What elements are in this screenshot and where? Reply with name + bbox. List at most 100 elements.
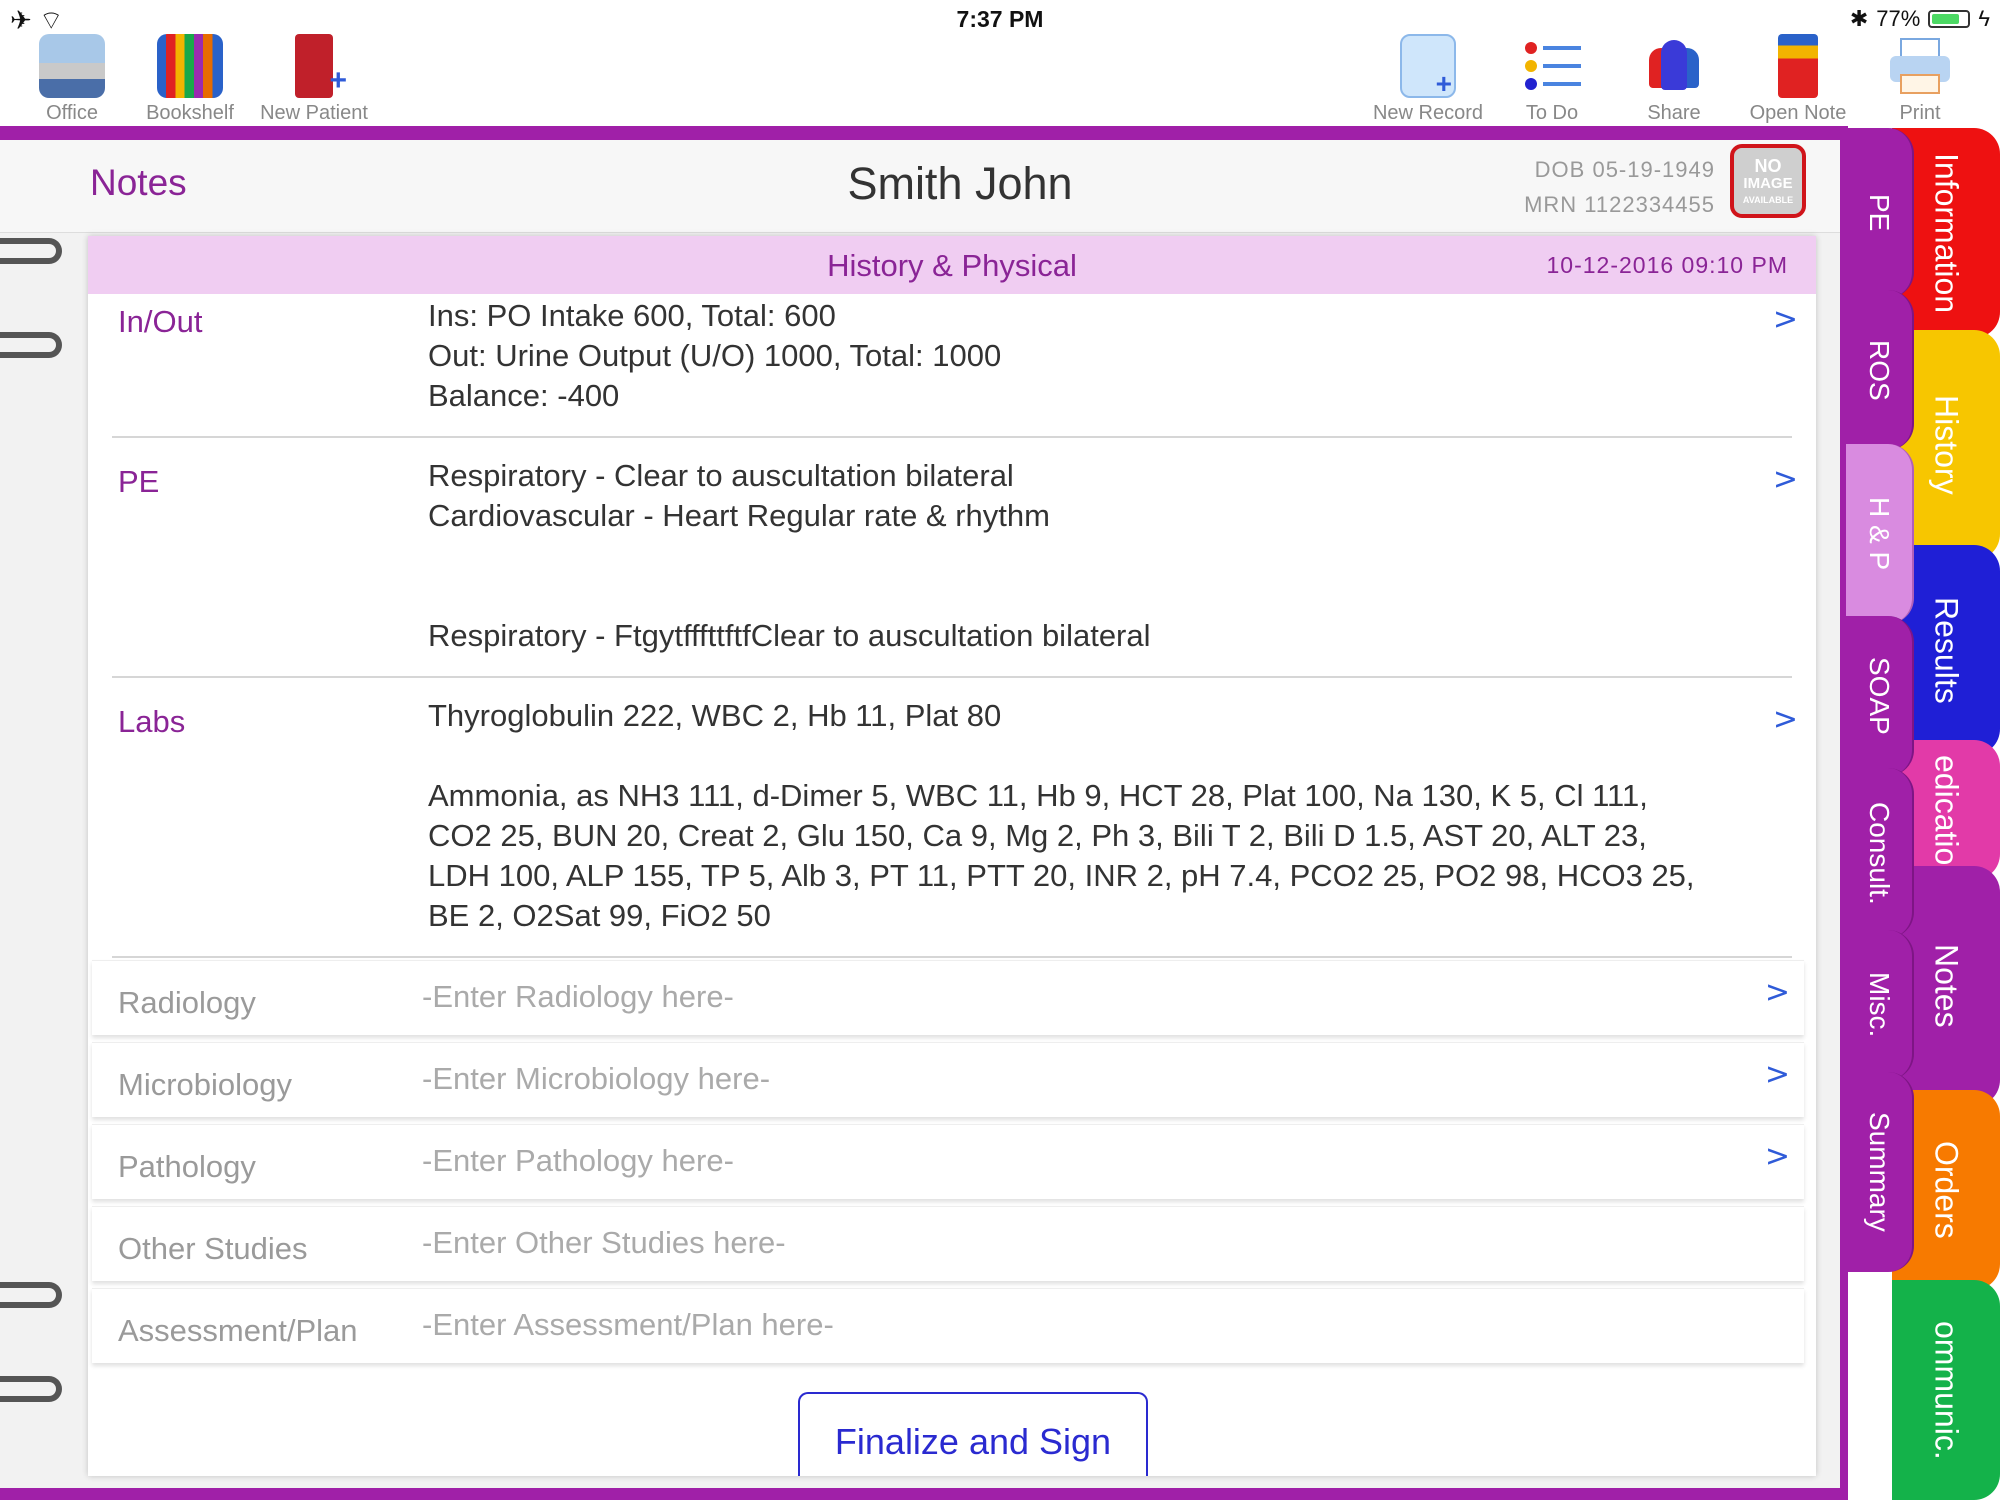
note-row-other-studies[interactable]: Other Studies -Enter Other Studies here-	[92, 1206, 1804, 1281]
row-label: PE	[118, 464, 160, 499]
row-divider	[112, 436, 1792, 438]
note-row-in-out[interactable]: In/Out Ins: PO Intake 600, Total: 600 Ou…	[88, 296, 1816, 436]
note-row-microbiology[interactable]: Microbiology -Enter Microbiology here- >	[92, 1042, 1804, 1117]
print-button[interactable]: Print	[1860, 34, 1980, 125]
row-line	[428, 736, 1768, 776]
row-label: Microbiology	[118, 1067, 293, 1102]
row-label: Labs	[118, 704, 186, 739]
new-patient-icon: +	[295, 34, 347, 98]
row-line: Thyroglobulin 222, WBC 2, Hb 11, Plat 80	[428, 698, 1002, 733]
row-content: Thyroglobulin 222, WBC 2, Hb 11, Plat 80…	[428, 696, 1768, 936]
row-label: Radiology	[118, 985, 256, 1020]
open-note-icon	[1778, 34, 1818, 98]
tab-label: H & P	[1864, 497, 1895, 571]
row-divider	[112, 676, 1792, 678]
battery-icon	[1928, 10, 1971, 28]
status-time: 7:37 PM	[956, 6, 1044, 32]
patient-ids: DOB 05-19-1949 MRN 1122334455	[1524, 152, 1715, 222]
row-line: Ammonia, as NH3 111, d-Dimer 5, WBC 11, …	[428, 778, 1648, 813]
share-icon	[1641, 34, 1707, 98]
note-row-pe[interactable]: PE Respiratory - Clear to auscultation b…	[88, 456, 1816, 676]
status-right: ✱ 77% ϟ	[1850, 6, 1990, 32]
tab-pe[interactable]: PE	[1846, 128, 1914, 298]
tab-misc[interactable]: Misc.	[1846, 930, 1914, 1080]
chevron-right-icon[interactable]: >	[1765, 1139, 1790, 1174]
tab-label: Summary	[1864, 1112, 1895, 1232]
row-line	[428, 576, 1768, 616]
row-label: In/Out	[118, 304, 203, 339]
battery-percent: 77%	[1876, 6, 1921, 31]
to-do-icon	[1519, 34, 1585, 98]
patient-dob: DOB 05-19-1949	[1534, 157, 1715, 182]
office-button[interactable]: Office	[12, 34, 132, 125]
note-row-assessment-plan[interactable]: Assessment/Plan -Enter Assessment/Plan h…	[92, 1288, 1804, 1363]
binder-ring	[0, 238, 62, 264]
section-title[interactable]: Notes	[90, 162, 187, 204]
row-line	[428, 536, 1768, 576]
tab-communication[interactable]: ommunic.	[1892, 1280, 2000, 1500]
charging-icon: ϟ	[1978, 6, 1990, 31]
tab-label: Consult.	[1864, 801, 1895, 905]
row-line: Respiratory - FtgytfffttftfClear to ausc…	[428, 618, 1151, 653]
row-placeholder: -Enter Other Studies here-	[422, 1225, 786, 1260]
tab-ros[interactable]: ROS	[1846, 290, 1914, 450]
bluetooth-icon: ✱	[1849, 6, 1869, 31]
note-row-labs[interactable]: Labs Thyroglobulin 222, WBC 2, Hb 11, Pl…	[88, 696, 1816, 956]
patient-mrn: MRN 1122334455	[1524, 192, 1715, 217]
row-line: Respiratory - Clear to auscultation bila…	[428, 458, 1014, 493]
row-line: Out: Urine Output (U/O) 1000, Total: 100…	[428, 338, 1002, 373]
tab-label: ROS	[1864, 339, 1895, 401]
row-placeholder: -Enter Assessment/Plan here-	[422, 1307, 834, 1342]
binder-ring	[0, 332, 62, 358]
office-label: Office	[46, 102, 98, 124]
row-divider	[112, 956, 1792, 958]
chevron-right-icon[interactable]: >	[1765, 975, 1790, 1010]
new-patient-button[interactable]: + New Patient	[254, 34, 374, 125]
tab-h-and-p[interactable]: H & P	[1846, 444, 1914, 624]
tab-label: Misc.	[1864, 972, 1895, 1038]
patient-name: Smith John	[847, 158, 1073, 209]
open-note-label: Open Note	[1749, 102, 1847, 124]
new-record-button[interactable]: + New Record	[1368, 34, 1488, 125]
new-record-icon: +	[1400, 34, 1456, 99]
note-datetime: 10-12-2016 09:10 PM	[1546, 252, 1788, 278]
tab-consult[interactable]: Consult.	[1846, 768, 1914, 938]
print-label: Print	[1899, 102, 1941, 124]
row-line: Ins: PO Intake 600, Total: 600	[428, 298, 836, 333]
tab-summary[interactable]: Summary	[1846, 1072, 1914, 1272]
binder-ring	[0, 1376, 62, 1402]
row-placeholder: -Enter Microbiology here-	[422, 1061, 771, 1096]
toolbar: Office Bookshelf + New Patient + New Rec…	[0, 34, 2000, 126]
row-line: Balance: -400	[428, 378, 620, 413]
no-image-line: IMAGE	[1743, 175, 1793, 192]
share-button[interactable]: Share	[1614, 34, 1734, 125]
note-row-pathology[interactable]: Pathology -Enter Pathology here- >	[92, 1124, 1804, 1199]
row-placeholder: -Enter Radiology here-	[422, 979, 734, 1014]
tab-soap[interactable]: SOAP	[1846, 616, 1914, 776]
bookshelf-button[interactable]: Bookshelf	[130, 34, 250, 125]
tab-label: ommunic.	[1928, 1320, 1965, 1460]
chevron-right-icon[interactable]: >	[1765, 1057, 1790, 1092]
finalize-and-sign-button[interactable]: Finalize and Sign	[798, 1392, 1148, 1476]
row-line: LDH 100, ALP 155, TP 5, Alb 3, PT 11, PT…	[428, 858, 1695, 893]
to-do-button[interactable]: To Do	[1492, 34, 1612, 125]
status-bar: ✈ ⌔ 7:37 PM ✱ 77% ϟ	[0, 0, 2000, 38]
chevron-right-icon[interactable]: >	[1773, 702, 1798, 737]
row-content: Respiratory - Clear to auscultation bila…	[428, 456, 1768, 656]
patient-photo[interactable]: NO IMAGE AVAILABLE	[1730, 144, 1806, 218]
chevron-right-icon[interactable]: >	[1773, 302, 1798, 337]
new-record-label: New Record	[1372, 102, 1484, 124]
binder-ring	[0, 1282, 62, 1308]
row-content: Ins: PO Intake 600, Total: 600 Out: Urin…	[428, 296, 1768, 416]
row-label: Pathology	[118, 1149, 256, 1184]
row-line: CO2 25, BUN 20, Creat 2, Glu 150, Ca 9, …	[428, 818, 1647, 853]
row-placeholder: -Enter Pathology here-	[422, 1143, 734, 1178]
note-row-radiology[interactable]: Radiology -Enter Radiology here- >	[92, 960, 1804, 1035]
note-title-bar: History & Physical 10-12-2016 09:10 PM	[88, 236, 1816, 294]
open-note-button[interactable]: Open Note	[1738, 34, 1858, 125]
share-label: Share	[1647, 102, 1701, 124]
bookshelf-label: Bookshelf	[146, 102, 234, 124]
chevron-right-icon[interactable]: >	[1773, 462, 1798, 497]
row-label: Other Studies	[118, 1231, 308, 1266]
row-line: BE 2, O2Sat 99, FiO2 50	[428, 898, 771, 933]
